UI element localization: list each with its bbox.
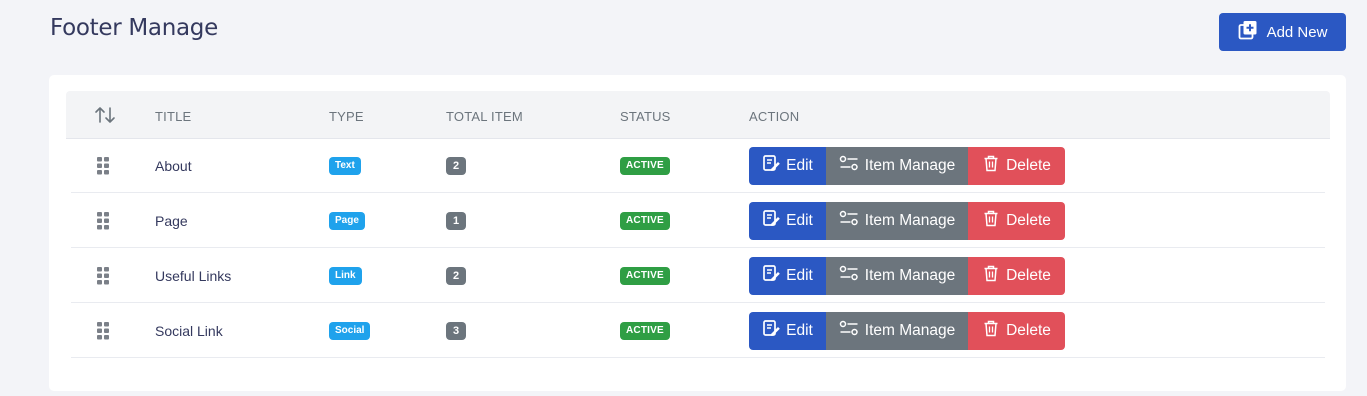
column-header-type: TYPE (329, 109, 364, 124)
delete-button[interactable]: Delete (968, 256, 1065, 295)
table-row: About Text 2 ACTIVE Edit Item Manage Del… (71, 138, 1325, 193)
add-copy-icon (1238, 20, 1258, 44)
trash-icon (982, 154, 1000, 177)
type-badge: Text (329, 156, 361, 175)
row-title: Social Link (155, 322, 223, 339)
status-badge: ACTIVE (620, 321, 670, 340)
total-item-badge: 2 (446, 156, 466, 175)
footer-table-card: TITLE TYPE TOTAL ITEM STATUS ACTION Abou… (49, 75, 1346, 391)
edit-note-icon (762, 319, 780, 342)
action-buttons: Edit Item Manage Delete (749, 138, 1065, 193)
total-item-badge: 2 (446, 266, 466, 285)
trash-icon (982, 319, 1000, 342)
sliders-icon (839, 264, 859, 287)
table-row: Useful Links Link 2 ACTIVE Edit Item Man… (71, 248, 1325, 303)
edit-button[interactable]: Edit (749, 201, 826, 240)
drag-handle-icon[interactable] (97, 193, 109, 248)
type-badge: Social (329, 321, 371, 340)
row-title: Page (155, 212, 188, 229)
sort-arrows-icon[interactable] (94, 106, 116, 129)
action-buttons: Edit Item Manage Delete (749, 248, 1065, 303)
item-manage-label: Item Manage (864, 156, 956, 174)
column-header-status: STATUS (620, 109, 671, 124)
item-manage-label: Item Manage (864, 211, 956, 229)
status-badge: ACTIVE (620, 156, 670, 175)
action-buttons: Edit Item Manage Delete (749, 303, 1065, 358)
page-title: Footer Manage (50, 15, 218, 41)
status-badge: ACTIVE (620, 266, 670, 285)
item-manage-button[interactable]: Item Manage (826, 311, 968, 350)
total-item-badge: 3 (446, 321, 466, 340)
item-manage-label: Item Manage (864, 321, 956, 339)
edit-label: Edit (786, 266, 813, 284)
delete-label: Delete (1006, 156, 1051, 174)
trash-icon (982, 209, 1000, 232)
edit-label: Edit (786, 321, 813, 339)
sliders-icon (839, 319, 859, 342)
table-row: Page Page 1 ACTIVE Edit Item Manage Dele… (71, 193, 1325, 248)
table-header: TITLE TYPE TOTAL ITEM STATUS ACTION (66, 91, 1330, 139)
delete-label: Delete (1006, 321, 1051, 339)
edit-note-icon (762, 264, 780, 287)
delete-button[interactable]: Delete (968, 311, 1065, 350)
row-title: About (155, 157, 192, 174)
drag-handle-icon[interactable] (97, 138, 109, 193)
status-badge: ACTIVE (620, 211, 670, 230)
delete-button[interactable]: Delete (968, 201, 1065, 240)
edit-label: Edit (786, 211, 813, 229)
item-manage-button[interactable]: Item Manage (826, 146, 968, 185)
edit-button[interactable]: Edit (749, 146, 826, 185)
action-buttons: Edit Item Manage Delete (749, 193, 1065, 248)
column-header-title: TITLE (155, 109, 192, 124)
row-title: Useful Links (155, 267, 232, 284)
add-new-button[interactable]: Add New (1219, 13, 1346, 51)
edit-button[interactable]: Edit (749, 311, 826, 350)
edit-label: Edit (786, 156, 813, 174)
delete-button[interactable]: Delete (968, 146, 1065, 185)
sliders-icon (839, 154, 859, 177)
drag-handle-icon[interactable] (97, 303, 109, 358)
delete-label: Delete (1006, 211, 1051, 229)
total-item-badge: 1 (446, 211, 466, 230)
edit-note-icon (762, 209, 780, 232)
drag-handle-icon[interactable] (97, 248, 109, 303)
edit-note-icon (762, 154, 780, 177)
delete-label: Delete (1006, 266, 1051, 284)
column-header-total-item: TOTAL ITEM (446, 109, 523, 124)
edit-button[interactable]: Edit (749, 256, 826, 295)
trash-icon (982, 264, 1000, 287)
item-manage-label: Item Manage (864, 266, 956, 284)
type-badge: Link (329, 266, 362, 285)
type-badge: Page (329, 211, 365, 230)
add-new-label: Add New (1266, 23, 1328, 41)
column-header-action: ACTION (749, 109, 800, 124)
table-row: Social Link Social 3 ACTIVE Edit Item Ma… (71, 303, 1325, 358)
item-manage-button[interactable]: Item Manage (826, 256, 968, 295)
sliders-icon (839, 209, 859, 232)
item-manage-button[interactable]: Item Manage (826, 201, 968, 240)
